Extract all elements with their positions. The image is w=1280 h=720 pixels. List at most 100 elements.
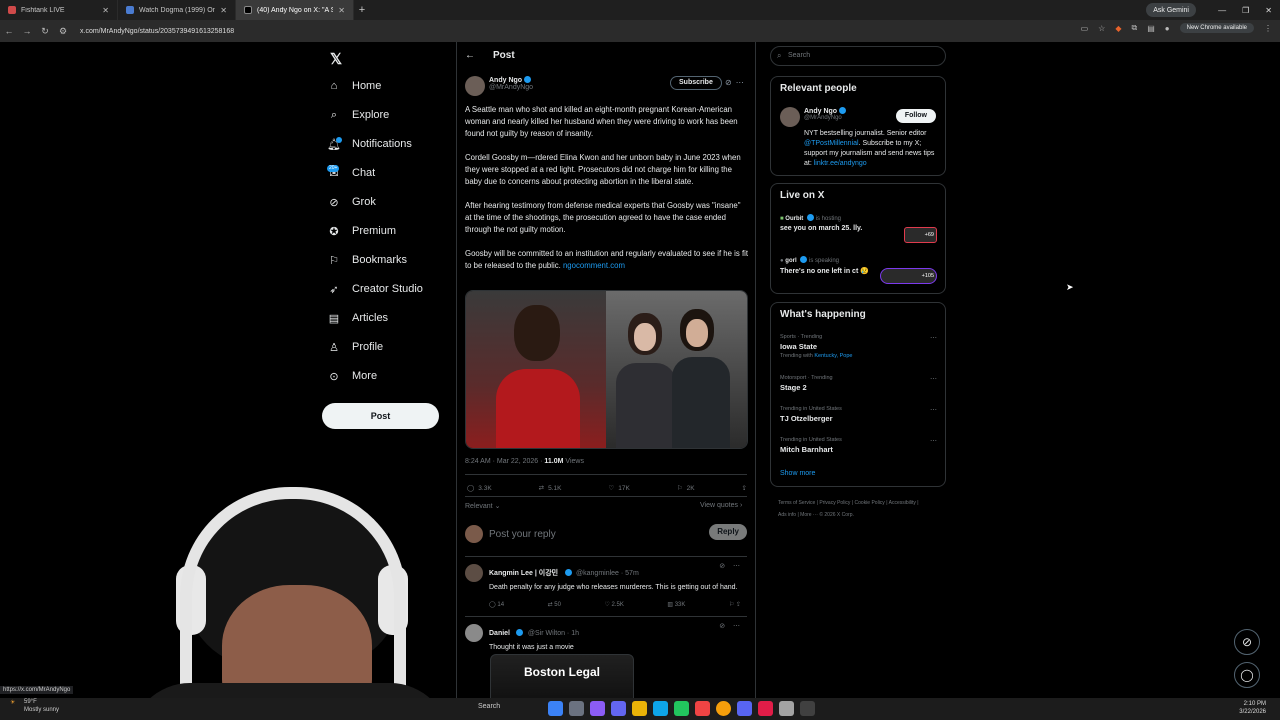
clock[interactable]: 2:10 PM 3/22/2026 [1239,700,1266,716]
more-options-icon[interactable]: ⋯ [930,406,937,414]
trend-item[interactable]: Motorsport · Trending Stage 2 ⋯ [780,375,937,392]
more-options-icon[interactable]: ⋯ [930,437,937,445]
bio-link[interactable]: linktr.ee/andyngo [814,160,867,167]
chrome-icon[interactable] [716,701,731,716]
comment[interactable]: Daniel @Sir Wilton · 1h Thought it was j… [465,622,747,698]
sidepanel-icon[interactable]: ▤ [1147,24,1155,33]
taskbar-search[interactable]: Search [478,703,500,710]
comment-author[interactable]: Daniel [489,630,510,637]
browser-tab-active[interactable]: (40) Andy Ngo on X: "A Seattle ✕ [236,0,354,20]
footer-link[interactable]: Privacy Policy [819,500,850,506]
close-icon[interactable]: ✕ [102,6,109,15]
nav-item-grok[interactable]: ⊘ Grok [328,196,375,209]
nav-item-bookmarks[interactable]: ⚐ Bookmarks [328,254,407,267]
new-chrome-button[interactable]: New Chrome available [1179,23,1254,33]
trend-links[interactable]: Kentucky, Pope [814,353,852,359]
app-icon[interactable] [590,701,605,716]
weather-widget[interactable]: ☀ 59°F Mostly sunny [10,698,59,714]
more-options-icon[interactable]: ⊘ ⋯ [719,622,743,630]
nav-item-premium[interactable]: ✪ Premium [328,225,396,238]
comment-media[interactable]: Boston Legal [490,654,634,698]
grok-explain-icon[interactable]: ⊘ [725,78,736,87]
avatar[interactable] [465,76,485,96]
live-item[interactable]: ■ Ourbit is hosting see you on march 25.… [780,214,862,232]
more-options-icon[interactable]: ⋯ [736,78,748,87]
close-window-icon[interactable]: ✕ [1265,6,1272,15]
subscribe-button[interactable]: Subscribe [670,76,722,90]
comment-handle[interactable]: @kangminlee · 57m [576,570,639,577]
footer-link[interactable]: Ads info [778,512,796,518]
ask-gemini-button[interactable]: Ask Gemini [1146,3,1196,17]
live-item[interactable]: ● gorl is speaking There's no one left i… [780,256,880,276]
share-icon[interactable]: ⇪ [742,484,747,492]
app-icon[interactable] [695,701,710,716]
like-action[interactable]: ♡ 17K [608,484,629,493]
follow-button[interactable]: Follow [895,109,936,123]
app-icon[interactable] [569,701,584,716]
bookmark-star-icon[interactable]: ☆ [1098,24,1105,33]
nav-item-more[interactable]: ⊙ More [328,370,377,383]
more-options-icon[interactable]: ⋯ [930,375,937,383]
profile-avatar-icon[interactable]: ● [1165,24,1170,33]
browser-tab[interactable]: Fishtank LIVE ✕ [0,0,118,20]
footer-link[interactable]: Accessibility [889,500,916,506]
app-icon[interactable] [674,701,689,716]
avatar[interactable] [780,107,800,127]
minimize-icon[interactable]: — [1218,6,1226,15]
search-input[interactable]: ⌕ Search [770,46,946,66]
reply-button[interactable]: Reply [709,524,747,540]
nav-item-profile[interactable]: ♙ Profile [328,341,383,354]
x-logo-icon[interactable]: 𝕏 [330,50,342,68]
view-quotes-link[interactable]: View quotes › [700,502,742,509]
live-listener-count[interactable]: +105 [880,268,937,284]
repost-action[interactable]: ⇄ 50 [548,601,561,608]
bookmark-icon[interactable]: ⚐ ⇪ [729,601,741,608]
chat-float-icon[interactable]: ◯ [1234,662,1260,688]
repost-action[interactable]: ⇄ 5.1K [539,484,562,493]
views-action[interactable]: ▥ 33K [667,601,685,608]
app-icon[interactable] [653,701,668,716]
app-icon[interactable] [611,701,626,716]
nav-item-explore[interactable]: ⌕ Explore [328,109,389,122]
back-icon[interactable]: ← [0,26,18,36]
nav-item-home[interactable]: ⌂ Home [328,80,382,92]
post-media[interactable] [465,290,748,449]
reload-icon[interactable]: ↻ [36,26,54,37]
more-options-icon[interactable]: ⊘ ⋯ [719,562,743,570]
install-icon[interactable]: ▭ [1081,24,1089,33]
menu-icon[interactable]: ⋮ [1264,24,1272,33]
app-icon[interactable] [758,701,773,716]
author-name[interactable]: Andy Ngo [489,77,522,84]
discord-icon[interactable] [737,701,752,716]
media-image-right[interactable] [606,291,747,448]
trend-item[interactable]: Trending in United States Mitch Barnhart… [780,437,937,454]
back-arrow-icon[interactable]: ← [465,50,475,61]
site-info-icon[interactable]: ⚙ [54,26,72,37]
url-field[interactable]: x.com/MrAndyNgo/status/20357394916132581… [80,28,234,35]
puzzle-icon[interactable]: ⧉ [1132,23,1138,33]
comment-handle[interactable]: @Sir Wilton · 1h [528,630,579,637]
author-handle[interactable]: @MrAndyNgo [489,84,533,91]
nav-item-articles[interactable]: ▤ Articles [328,312,388,325]
bookmark-action[interactable]: ⚐ 2K [677,484,695,493]
comment-author[interactable]: Kangmin Lee | 이강민 [489,570,558,577]
app-icon[interactable] [800,701,815,716]
post-timestamp[interactable]: 8:24 AM · Mar 22, 2026 · [465,458,542,465]
app-icon[interactable] [548,701,563,716]
footer-link[interactable]: Cookie Policy [855,500,885,506]
restore-icon[interactable]: ❐ [1242,6,1249,15]
app-icon[interactable] [779,701,794,716]
like-action[interactable]: ♡ 2.5K [604,601,623,608]
footer-link[interactable]: More ··· [800,512,818,518]
close-icon[interactable]: ✕ [220,6,227,15]
browser-tab[interactable]: Watch Dogma (1999) Online | F ✕ [118,0,236,20]
show-more-link[interactable]: Show more [780,470,815,477]
person-info[interactable]: Andy Ngo @MrAndyNgo [804,107,847,121]
reply-action[interactable]: ◯ 14 [489,601,504,608]
more-options-icon[interactable]: ⋯ [930,334,937,342]
trend-item[interactable]: Sports · Trending Iowa State Trending wi… [780,334,937,359]
reply-input[interactable]: Post your reply [489,529,556,540]
post-author[interactable]: Andy Ngo @MrAndyNgo [465,76,533,96]
post-button[interactable]: Post [322,403,439,429]
grok-float-icon[interactable]: ⊘ [1234,629,1260,655]
